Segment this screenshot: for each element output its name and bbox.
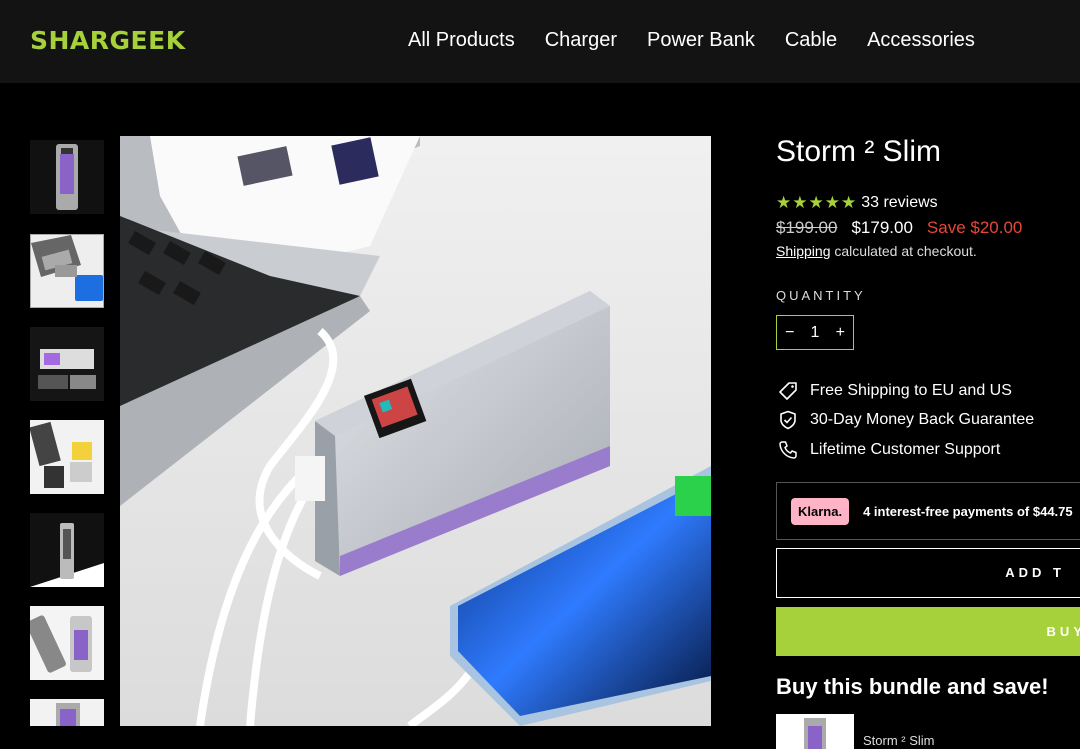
perk-money-back: 30-Day Money Back Guarantee [778,406,1034,436]
shipping-note-text: calculated at checkout. [830,243,977,259]
bundle-item-name[interactable]: Storm ² Slim [863,733,935,748]
nav-power-bank[interactable]: Power Bank [647,29,755,52]
quantity-stepper: − 1 + [776,315,854,350]
klarna-banner[interactable]: Klarna. 4 interest-free payments of $44.… [776,482,1080,540]
perk-free-shipping: Free Shipping to EU and US [778,376,1034,406]
bundle-item-image[interactable] [776,714,854,749]
perk-label: Lifetime Customer Support [810,440,1001,458]
bundle-heading: Buy this bundle and save! [776,674,1049,699]
thumbnail-5[interactable] [30,513,104,587]
thumbnail-4[interactable] [30,420,104,494]
thumbnail-3[interactable] [30,327,104,401]
thumbnail-6[interactable] [30,606,104,680]
thumbnail-7[interactable] [30,699,104,726]
klarna-logo: Klarna. [791,497,850,525]
buy-now-button[interactable]: BUY [776,607,1080,656]
phone-icon [778,440,798,460]
quantity-input[interactable]: 1 [811,324,820,342]
nav-all-products[interactable]: All Products [408,29,515,52]
add-to-cart-button[interactable]: ADD T [776,548,1080,598]
thumbnail-2[interactable] [30,234,104,308]
perk-label: Free Shipping to EU and US [810,381,1012,399]
product-title: Storm ² Slim [776,135,941,168]
tag-icon [778,381,798,401]
shipping-link[interactable]: Shipping [776,243,831,259]
main-product-image[interactable] [120,136,711,726]
logo[interactable]: SHARGEEK [30,26,186,55]
nav-charger[interactable]: Charger [545,29,617,52]
quantity-label: QUANTITY [776,288,866,303]
main-nav: All Products Charger Power Bank Cable Ac… [408,29,1005,52]
klarna-text: 4 interest-free payments of $44.75 [863,503,1073,519]
thumbnail-1[interactable] [30,140,104,214]
shipping-note: Shipping calculated at checkout. [776,243,977,259]
nav-cable[interactable]: Cable [785,29,837,52]
perk-label: 30-Day Money Back Guarantee [810,411,1035,429]
site-header: SHARGEEK All Products Charger Power Bank… [0,0,1080,83]
thumbnail-gallery [30,140,104,726]
price-block: $199.00 $179.00 Save $20.00 [776,218,1022,238]
shield-check-icon [778,410,798,430]
compare-at-price: $199.00 [776,218,838,237]
quantity-increment-button[interactable]: + [836,324,845,342]
review-count[interactable]: 33 reviews [861,194,937,212]
star-rating-icon: ★★★★★ [776,193,858,212]
sale-price: $179.00 [851,218,913,237]
perks-list: Free Shipping to EU and US 30-Day Money … [778,376,1034,465]
quantity-decrement-button[interactable]: − [785,324,794,342]
perk-support: Lifetime Customer Support [778,435,1034,465]
rating[interactable]: ★★★★★ 33 reviews [776,193,938,213]
nav-accessories[interactable]: Accessories [867,29,975,52]
savings-label: Save $20.00 [926,218,1023,237]
